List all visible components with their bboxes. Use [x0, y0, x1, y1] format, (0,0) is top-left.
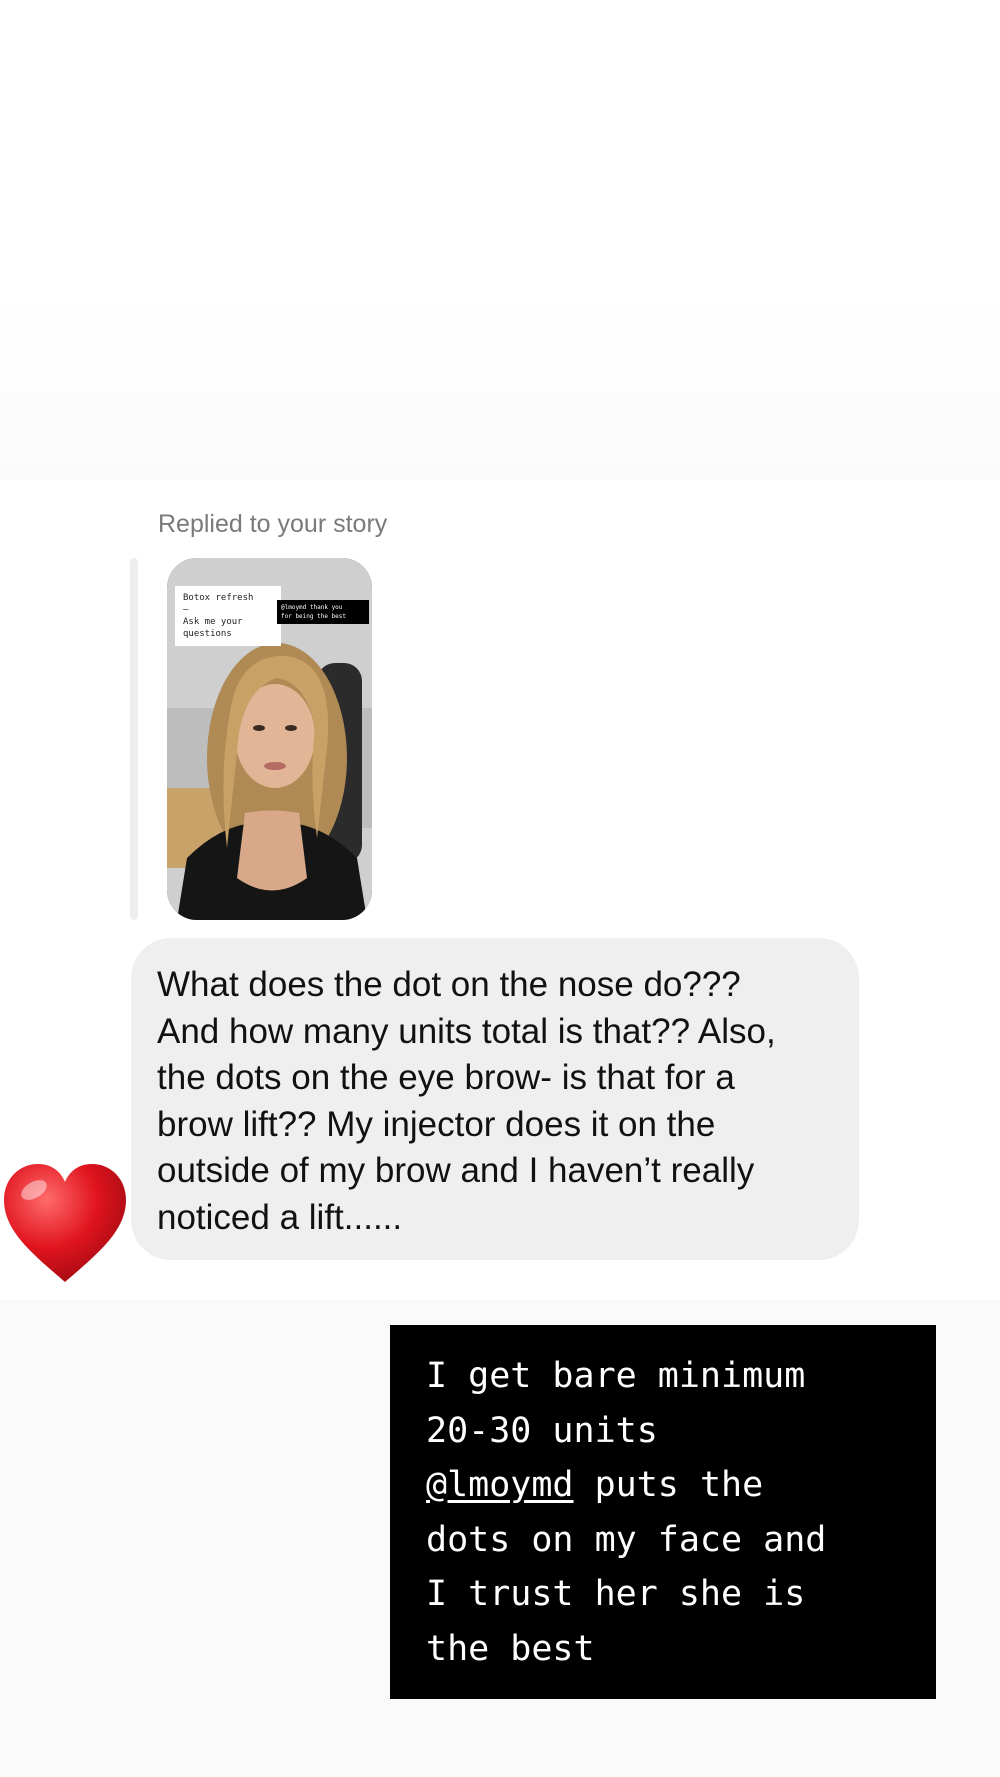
story-caption-box: I get bare minimum 20-30 units @lmoymd put… — [390, 1325, 936, 1699]
caption-line-text: 20-30 units — [426, 1410, 658, 1451]
caption-line-text: dots on my face and — [426, 1519, 827, 1560]
story-thumbnail[interactable]: Botox refresh — Ask me your questions @l… — [167, 558, 372, 920]
mention-link[interactable]: @lmoymd — [426, 1465, 574, 1505]
reply-quote-bar — [130, 558, 138, 920]
caption-line-text: I get bare minimum — [426, 1356, 806, 1396]
story-sticker-text: Botox refresh — Ask me your questions — [175, 586, 281, 646]
heart-reaction-icon[interactable] — [0, 1160, 130, 1290]
background-top — [0, 0, 1000, 480]
replied-to-story-label: Replied to your story — [158, 510, 388, 538]
story-mention-sticker: @lmoymd thank you for being the best — [277, 600, 369, 624]
caption-line: dots on my face and — [426, 1513, 900, 1568]
caption-line: 20-30 units — [426, 1404, 900, 1459]
caption-line: the best — [426, 1622, 900, 1677]
caption-line-text: puts the — [573, 1465, 764, 1505]
caption-line: @lmoymd puts the — [426, 1458, 900, 1513]
caption-line: I trust her she is — [426, 1567, 900, 1622]
message-text: What does the dot on the nose do??? And … — [157, 965, 776, 1237]
caption-line-text: I trust her she is — [426, 1574, 806, 1614]
caption-text: I get bare minimum 20-30 units @lmoymd put… — [426, 1349, 900, 1676]
message-bubble[interactable]: What does the dot on the nose do??? And … — [131, 938, 859, 1260]
caption-line: I get bare minimum — [426, 1349, 900, 1404]
caption-line-text: the best — [426, 1628, 595, 1669]
